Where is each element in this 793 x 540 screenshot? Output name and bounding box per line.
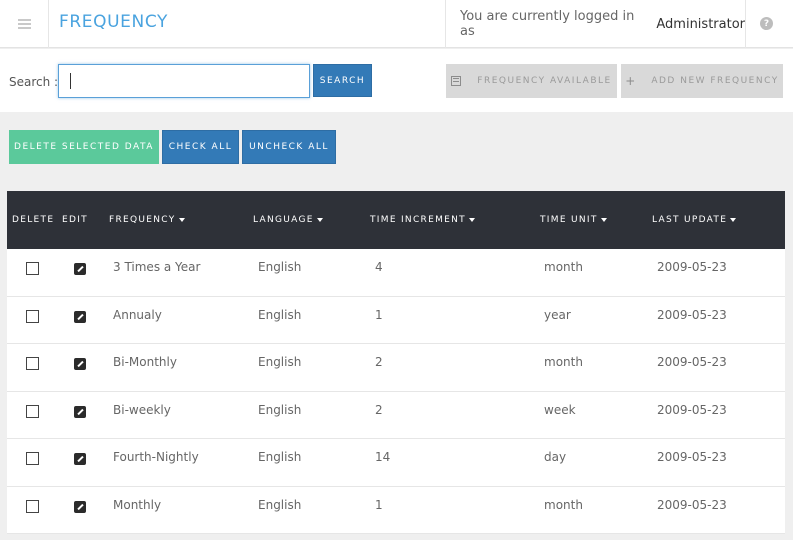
cell-language: English <box>258 260 302 274</box>
edit-icon[interactable] <box>74 358 86 370</box>
row-select-checkbox[interactable] <box>26 404 39 418</box>
table-row: Bi-Monthly English 2 month 2009-05-23 <box>7 344 785 392</box>
frequency-available-label: FREQUENCY AVAILABLE <box>477 76 612 86</box>
cell-last-update: 2009-05-23 <box>657 307 727 322</box>
top-header: FREQUENCY You are currently logged in as… <box>0 0 793 48</box>
plus-icon: + <box>625 74 636 88</box>
cell-language: English <box>258 450 302 464</box>
cell-language: English <box>258 355 302 369</box>
table-row: Bi-weekly English 2 week 2009-05-23 <box>7 391 785 439</box>
cell-time-unit: month <box>544 355 583 369</box>
column-header-time-increment[interactable]: TIME INCREMENT <box>370 215 475 225</box>
search-input[interactable] <box>58 64 310 98</box>
help-icon[interactable]: ? <box>760 17 773 30</box>
column-header-frequency-label: FREQUENCY <box>109 215 176 225</box>
table-row: 3 Times a Year English 4 month 2009-05-2… <box>7 249 785 297</box>
row-select-checkbox[interactable] <box>26 309 39 323</box>
cell-last-update: 2009-05-23 <box>657 450 727 464</box>
cell-time-unit: day <box>544 450 567 464</box>
column-header-time-increment-label: TIME INCREMENT <box>370 215 466 225</box>
column-header-language[interactable]: LANGUAGE <box>253 215 323 225</box>
table-row: Annualy English 1 year 2009-05-23 <box>7 296 785 344</box>
column-header-time-unit-label: TIME UNIT <box>540 215 598 225</box>
cell-last-update: 2009-05-23 <box>657 402 727 417</box>
cell-last-update: 2009-05-23 <box>657 497 727 512</box>
hamburger-icon <box>17 19 31 29</box>
search-bar: Search : SEARCH FREQUENCY AVAILABLE + AD… <box>0 49 793 112</box>
frequency-table: DELETE EDIT FREQUENCY LANGUAGE TIME INCR… <box>7 191 785 534</box>
delete-selected-button[interactable]: DELETE SELECTED DATA <box>9 130 159 164</box>
row-select-checkbox[interactable] <box>26 452 39 465</box>
cell-time-increment: 14 <box>375 450 391 464</box>
add-new-frequency-button[interactable]: + ADD NEW FREQUENCY <box>621 64 783 98</box>
cell-last-update: 2009-05-23 <box>657 260 727 274</box>
uncheck-all-button[interactable]: UNCHECK ALL <box>242 130 336 164</box>
cell-frequency: Bi-Monthly <box>113 355 177 369</box>
list-icon <box>451 76 462 86</box>
column-header-time-unit[interactable]: TIME UNIT <box>540 215 607 225</box>
edit-icon[interactable] <box>74 310 86 323</box>
cell-frequency: Fourth-Nightly <box>113 450 199 464</box>
frequency-available-button[interactable]: FREQUENCY AVAILABLE <box>446 64 617 98</box>
cell-frequency: Bi-weekly <box>113 402 171 417</box>
row-select-checkbox[interactable] <box>26 357 39 370</box>
add-new-frequency-label: ADD NEW FREQUENCY <box>651 76 779 86</box>
edit-icon[interactable] <box>74 405 86 418</box>
column-header-frequency[interactable]: FREQUENCY <box>109 215 185 225</box>
check-all-button[interactable]: CHECK ALL <box>162 130 239 164</box>
column-header-language-label: LANGUAGE <box>253 215 314 225</box>
row-select-checkbox[interactable] <box>26 499 39 513</box>
cell-time-unit: week <box>544 402 576 417</box>
menu-toggle-button[interactable] <box>0 0 49 48</box>
edit-icon[interactable] <box>74 453 86 465</box>
current-user: Administrator <box>656 16 745 32</box>
cell-time-unit: year <box>544 307 571 322</box>
cell-time-increment: 2 <box>375 402 383 417</box>
sort-caret-icon <box>178 217 185 222</box>
cell-language: English <box>258 497 302 512</box>
cell-time-increment: 1 <box>375 307 383 322</box>
sort-caret-icon <box>730 217 737 222</box>
sort-caret-icon <box>468 217 475 222</box>
table-header: DELETE EDIT FREQUENCY LANGUAGE TIME INCR… <box>7 191 785 249</box>
cell-time-increment: 1 <box>375 497 383 512</box>
login-status-text: You are currently logged in as <box>460 9 635 39</box>
cell-time-unit: month <box>544 497 583 512</box>
column-header-last-update[interactable]: LAST UPDATE <box>652 215 737 225</box>
text-cursor <box>70 73 71 89</box>
sort-caret-icon <box>600 217 607 222</box>
page-title: FREQUENCY <box>59 12 168 32</box>
row-select-checkbox[interactable] <box>26 262 39 275</box>
edit-icon[interactable] <box>74 500 86 513</box>
login-status: You are currently logged in as Administr… <box>445 0 746 48</box>
cell-frequency: Annualy <box>113 307 162 322</box>
search-label: Search : <box>9 75 59 89</box>
search-button[interactable]: SEARCH <box>313 64 372 97</box>
cell-time-unit: month <box>544 260 583 274</box>
cell-frequency: Monthly <box>113 497 162 512</box>
cell-frequency: 3 Times a Year <box>113 260 201 274</box>
column-header-delete: DELETE <box>12 215 55 225</box>
table-row: Fourth-Nightly English 14 day 2009-05-23 <box>7 439 785 487</box>
column-header-last-update-label: LAST UPDATE <box>652 215 728 225</box>
column-header-edit: EDIT <box>62 215 88 225</box>
cell-language: English <box>258 402 302 417</box>
table-row: Monthly English 1 month 2009-05-23 <box>7 486 785 534</box>
cell-time-increment: 4 <box>375 260 383 274</box>
edit-icon[interactable] <box>74 263 86 275</box>
cell-time-increment: 2 <box>375 355 383 369</box>
sort-caret-icon <box>316 217 323 222</box>
cell-last-update: 2009-05-23 <box>657 355 727 369</box>
cell-language: English <box>258 307 302 322</box>
